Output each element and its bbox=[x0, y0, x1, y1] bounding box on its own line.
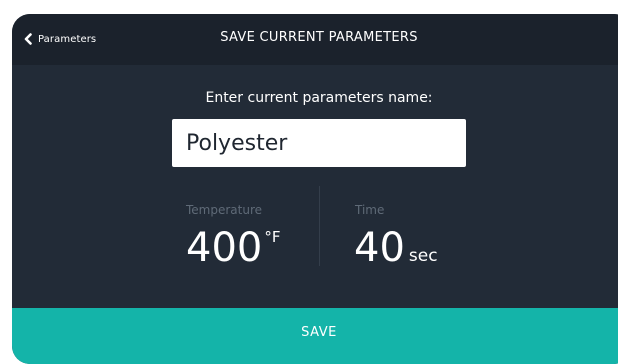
time-value: 40 sec bbox=[354, 228, 438, 268]
save-button[interactable]: SAVE bbox=[12, 308, 618, 364]
time-label: Time bbox=[355, 203, 385, 217]
save-button-label: SAVE bbox=[301, 325, 337, 340]
header-bar: Parameters SAVE CURRENT PARAMETERS bbox=[12, 14, 618, 65]
time-number: 40 bbox=[354, 225, 405, 271]
name-prompt: Enter current parameters name: bbox=[205, 90, 433, 106]
metric-divider bbox=[319, 186, 320, 266]
page-title: SAVE CURRENT PARAMETERS bbox=[220, 30, 418, 45]
temperature-label: Temperature bbox=[186, 203, 263, 217]
parameters-name-input[interactable] bbox=[172, 119, 466, 167]
temperature-value: 400 °F bbox=[186, 228, 281, 268]
app-screen: Parameters SAVE CURRENT PARAMETERS Enter… bbox=[12, 14, 618, 364]
time-unit: sec bbox=[408, 246, 438, 266]
temperature-number: 400 bbox=[186, 225, 263, 271]
temperature-unit: °F bbox=[264, 228, 281, 246]
